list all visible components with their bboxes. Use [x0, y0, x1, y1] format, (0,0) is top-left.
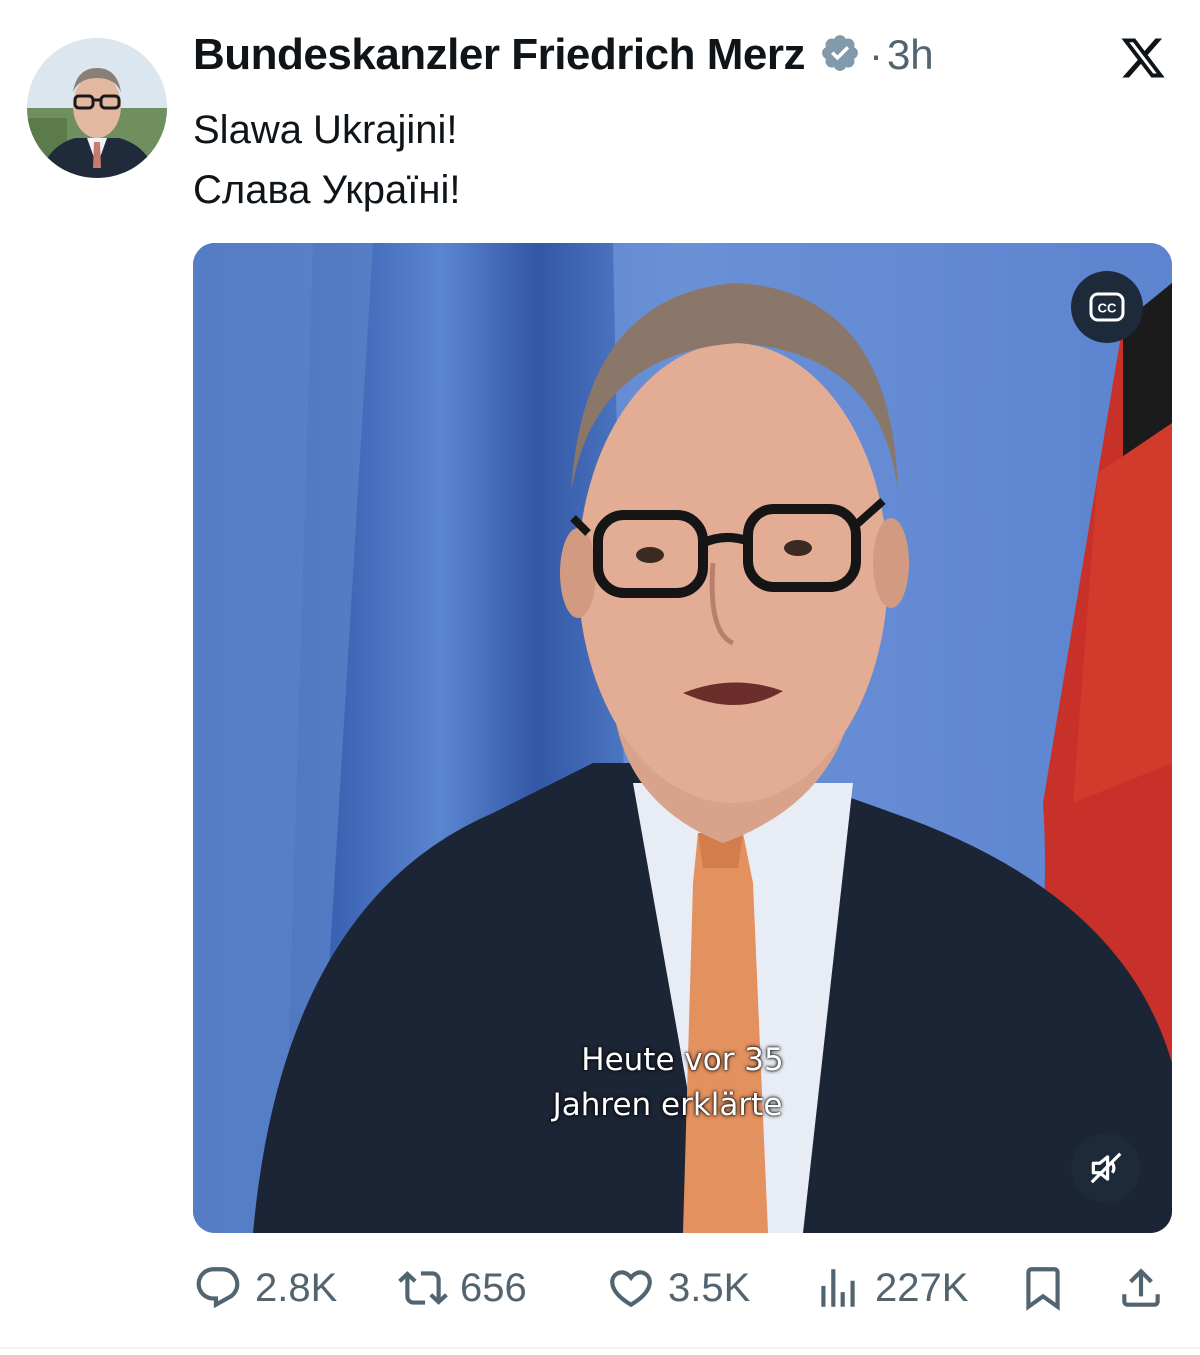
bookmark-icon — [1026, 1267, 1060, 1311]
post-card: Bundeskanzler Friedrich Merz · 3h Slawa … — [0, 0, 1200, 1355]
reply-icon — [196, 1267, 240, 1309]
closed-captions-icon: CC — [1089, 292, 1125, 322]
share-button[interactable] — [1116, 1258, 1166, 1318]
heart-icon — [610, 1270, 652, 1308]
like-count: 3.5K — [668, 1265, 751, 1310]
captions-button[interactable]: CC — [1071, 271, 1143, 343]
avatar[interactable] — [27, 38, 167, 178]
post-time[interactable]: 3h — [887, 31, 934, 79]
post-text-line-1: Slawa Ukrajini! — [193, 108, 458, 152]
video-subtitle: Heute vor 35 Jahren erklärte — [193, 1038, 1172, 1128]
captions-label: CC — [1098, 301, 1117, 316]
reply-count: 2.8K — [255, 1265, 338, 1310]
post-text-line-2: Слава Україні! — [193, 168, 461, 212]
views-icon — [821, 1269, 855, 1307]
time-separator: · — [868, 31, 883, 78]
repost-count: 656 — [460, 1265, 527, 1310]
bookmark-button[interactable] — [1018, 1258, 1068, 1318]
reply-button[interactable]: 2.8K — [193, 1258, 337, 1318]
repost-icon — [398, 1271, 448, 1305]
views-count: 227K — [875, 1265, 969, 1310]
share-icon — [1122, 1268, 1160, 1307]
post-header: Bundeskanzler Friedrich Merz · 3h — [193, 30, 934, 80]
video-player[interactable]: CC Heute vor 35 Jahren erklärte — [193, 243, 1172, 1233]
like-button[interactable]: 3.5K — [606, 1258, 750, 1318]
subtitle-line-1: Heute vor 35 — [581, 1042, 784, 1078]
mute-button[interactable] — [1071, 1133, 1141, 1203]
avatar-photo — [27, 38, 167, 178]
post-text: Slawa Ukrajini! Слава Україні! — [193, 100, 460, 220]
repost-button[interactable]: 656 — [398, 1258, 527, 1318]
bottom-divider — [0, 1347, 1200, 1349]
muted-speaker-icon — [1090, 1152, 1122, 1184]
subtitle-line-2: Jahren erklärte — [552, 1087, 783, 1123]
action-bar: 2.8K 656 3.5K 227K — [193, 1258, 1173, 1318]
verified-badge-icon — [805, 32, 861, 79]
views-button[interactable]: 227K — [813, 1258, 968, 1318]
author-name[interactable]: Bundeskanzler Friedrich Merz — [193, 30, 805, 80]
